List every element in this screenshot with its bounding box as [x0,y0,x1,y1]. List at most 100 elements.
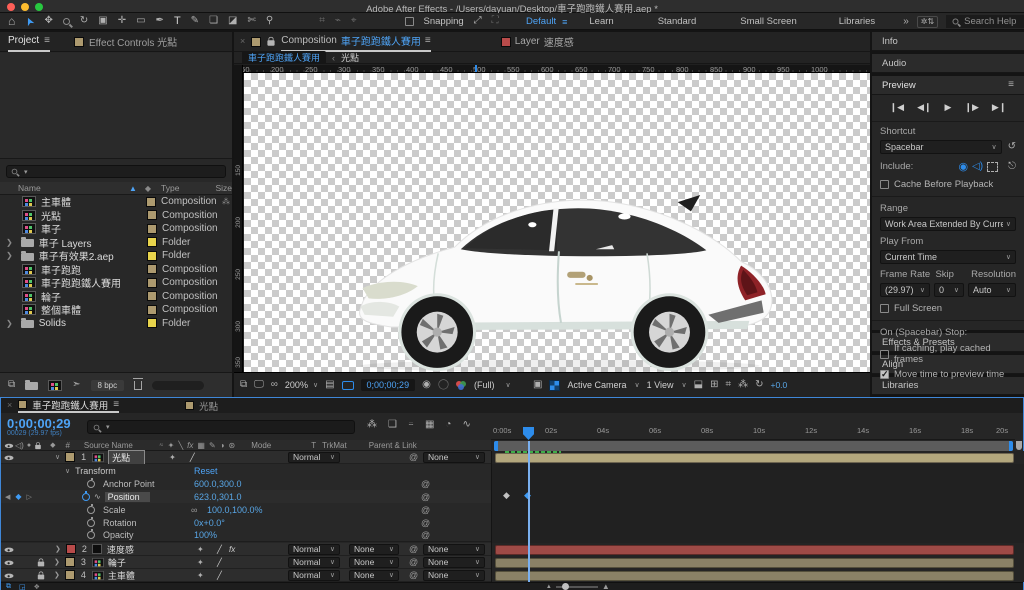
layer-lock-toggle[interactable] [37,557,45,566]
hand-tool-icon[interactable]: ✥ [44,16,52,26]
effects-badge[interactable]: fx [229,545,235,554]
prev-keyframe-button[interactable]: ◀ [5,493,10,501]
snap-angle-icon[interactable]: ⤢ [474,16,482,26]
label-swatch[interactable] [146,196,156,207]
timeline-search-box[interactable]: ▾ [87,420,355,434]
tab-project[interactable]: Project ≡ [8,32,50,52]
trkmat-dropdown[interactable]: None ∨ [349,556,399,568]
snapping-checkbox[interactable] [404,16,414,26]
layer-expand-arrow[interactable]: ❯ [55,545,61,553]
shortcut-dropdown[interactable]: Spacebar ∨ [880,140,1002,154]
project-row-comp[interactable]: 主車體 Composition ⁂ [0,195,232,209]
property-value[interactable]: 0x+0.0° [194,518,225,528]
full-screen-checkbox[interactable] [880,304,889,313]
parent-pickwhip-icon[interactable]: @ [409,544,418,554]
quality-switch[interactable]: ╱ [190,453,195,462]
stopwatch-icon[interactable] [87,516,95,527]
exposure-histogram-icon[interactable]: ⌗ [725,380,731,390]
workspace-tab-learn[interactable]: Learn [567,16,635,27]
panel-info[interactable]: Info [872,32,1024,51]
property-row-anchor-point[interactable]: Anchor Point 600.0,300.0 @ [1,477,491,490]
collapse-switch[interactable]: ✦ [197,571,204,580]
project-row-comp[interactable]: 車子跑跑鐵人賽用 Composition [0,276,232,290]
pen-tool-icon[interactable]: ✒ [156,16,164,26]
collapse-switch[interactable]: ✦ [169,453,176,462]
project-row-comp[interactable]: 整個車體 Composition [0,303,232,317]
layer-expand-arrow[interactable]: ❯ [54,571,60,579]
property-pickwhip-icon[interactable]: @ [421,530,430,540]
parent-dropdown[interactable]: None ∨ [423,569,485,581]
breadcrumb-comp[interactable]: 車子跑跑鐵人賽用 [242,51,327,64]
panel-audio[interactable]: Audio [872,54,1024,73]
layer-bar-1[interactable] [495,452,1014,463]
workspace-tab-small-screen[interactable]: Small Screen [718,16,819,27]
layer-bar-3[interactable] [495,557,1014,568]
pixel-aspect-icon[interactable]: ⊞ [710,380,718,390]
shape-tool-icon[interactable]: ▭ [136,16,145,26]
cache-before-playback-checkbox[interactable] [880,180,889,189]
view-axis-mode-icon[interactable]: ⌖ [351,16,357,26]
label-swatch[interactable] [147,291,157,302]
trash-icon[interactable] [133,377,144,390]
caching-checkbox[interactable] [880,349,889,359]
close-tab-icon[interactable]: × [240,37,245,46]
property-row-opacity[interactable]: Opacity 100% @ [1,529,491,542]
fast-previews-icon[interactable]: ▣ [533,380,542,390]
column-type[interactable]: Type [161,183,179,193]
flowchart-icon[interactable]: ⁂ [222,197,232,206]
layer-expand-arrow[interactable]: ❯ [54,558,60,566]
type-tool-icon[interactable]: T [174,15,181,27]
blend-mode-dropdown[interactable]: Normal ∨ [288,556,340,568]
expand-transfer-pane-icon[interactable]: ◲ [19,583,26,590]
play-button[interactable]: ▶ [945,102,952,113]
parent-dropdown[interactable]: None ∨ [423,543,485,555]
viewer-stage[interactable] [244,73,870,372]
property-row-scale[interactable]: Scale ∞ 100.0,100.0% @ [1,503,491,516]
breadcrumb-layer[interactable]: 光點 [341,51,359,64]
property-label[interactable]: Scale [103,505,126,515]
layer-name[interactable]: 光點 [108,449,146,465]
label-swatch[interactable] [147,318,157,329]
layer-visibility-toggle[interactable] [4,453,14,461]
snapshot-icon[interactable]: ◉ [422,380,431,390]
help-search[interactable]: Search Help [946,15,1024,28]
viewer-timecode[interactable]: 0;00;00;29 [360,379,416,391]
previous-frame-button[interactable]: ◀❙ [917,102,931,113]
layer-row-2[interactable]: ❯ 2 速度感 ✦ ╱ fx Normal ∨ None ∨ @ None ∨ [1,543,491,556]
property-pickwhip-icon[interactable]: @ [421,492,430,502]
panel-menu-icon[interactable]: ≡ [425,35,431,46]
quality-switch[interactable]: ╱ [217,571,222,580]
label-swatch[interactable] [147,264,157,275]
expand-switches-pane-icon[interactable]: ⧉ [6,583,11,590]
share-view-icon[interactable]: ⬓ [694,380,703,390]
channels-icon[interactable] [456,380,467,390]
timeline-tab-active[interactable]: 車子跑跑鐵人賽用 ≡ [18,398,120,413]
layer-bar-4[interactable] [495,570,1014,581]
property-value[interactable]: 100% [194,530,217,540]
column-source-name[interactable]: Source Name [84,441,133,450]
workspace-tab-default[interactable]: Default [520,16,562,27]
roto-brush-tool-icon[interactable]: ✄ [247,16,255,26]
zoom-slider-knob[interactable] [561,583,569,590]
show-snapshot-icon[interactable]: ◯ [438,380,449,390]
exposure-value[interactable]: +0.0 [770,380,787,390]
layer-visibility-toggle[interactable] [4,558,14,566]
layer-row-3[interactable]: ❯ 3 輪子 ✦ ╱ Normal ∨ None ∨ @ None ∨ [1,556,491,569]
playhead-line[interactable] [528,441,530,582]
view-layout-dropdown[interactable]: 1 View ∨ [647,380,687,390]
skip-dropdown[interactable]: 0 ∨ [934,283,964,297]
column-size[interactable]: Size [215,183,232,193]
interpret-footage-icon[interactable]: ⧉ [8,380,15,390]
column-name[interactable]: Name [18,183,41,193]
property-value[interactable]: 100.0,100.0% [207,505,263,515]
magnification-dropdown[interactable]: 200% ∨ [285,380,318,390]
eraser-tool-icon[interactable]: ◪ [228,16,237,26]
project-row-comp[interactable]: 輪子 Composition [0,290,232,304]
reset-exposure-icon[interactable]: ↻ [755,380,763,390]
layer-row-4[interactable]: ❯ 4 主車體 ✦ ╱ Normal ∨ None ∨ @ None ∨ [1,569,491,582]
timeline-zoom-control[interactable]: ▲ ▲ [546,582,610,590]
project-row-comp[interactable]: 車子跑跑 Composition [0,263,232,277]
lock-icon[interactable] [267,36,275,46]
column-parent-link[interactable]: Parent & Link [369,441,417,450]
property-row-position[interactable]: ◀ ◆ ▷ ∿ Position 623.0,301.0 @ [1,490,491,503]
